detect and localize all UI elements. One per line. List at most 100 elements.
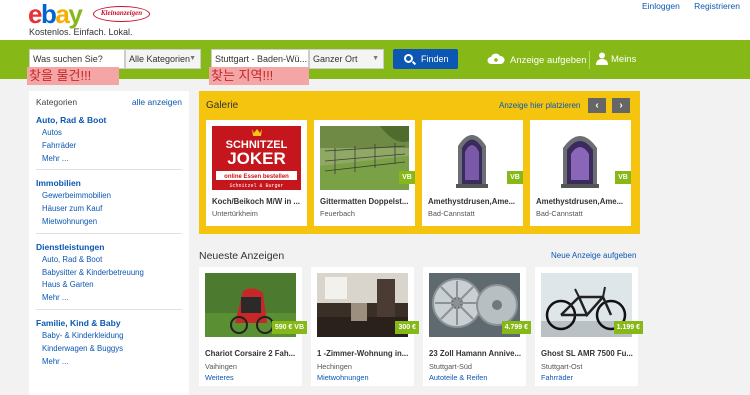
- negotiable-badge: VB: [615, 171, 631, 184]
- ad-title: Gittermatten Doppelst...: [320, 197, 409, 206]
- annotation-search-item: 찾을 물건!!!: [27, 67, 119, 85]
- divider: [36, 169, 182, 171]
- category-title[interactable]: Dienstleistungen: [36, 242, 182, 252]
- category-title[interactable]: Auto, Rad & Boot: [36, 115, 182, 125]
- category-select-value: Alle Kategorien: [129, 54, 191, 64]
- negotiable-badge: VB: [399, 171, 415, 184]
- chevron-down-icon: ▼: [372, 55, 379, 62]
- ad-location: Stuttgart-Süd: [429, 362, 472, 371]
- top-header: ebay Kleinanzeigen Kostenlos. Einfach. L…: [0, 0, 750, 40]
- gallery-card[interactable]: VB Gittermatten Doppelst... Feuerbach: [314, 120, 415, 226]
- logo-letter: b: [40, 0, 57, 29]
- category-group: Dienstleistungen Auto, Rad & Boot Babysi…: [36, 242, 182, 310]
- price-badge: 4.799 €: [501, 321, 531, 334]
- user-icon: [596, 52, 608, 65]
- ad-image: [428, 126, 517, 190]
- category-link[interactable]: Baby- & Kinderkleidung: [36, 330, 182, 343]
- post-ad-label: Anzeige aufgeben: [510, 55, 587, 66]
- ad-title: Amethystdrusen,Ame...: [428, 197, 516, 206]
- logo-letter: e: [28, 0, 42, 29]
- price-badge: 1.199 €: [613, 321, 643, 334]
- post-ad-button[interactable]: Anzeige aufgeben: [486, 53, 587, 66]
- ad-location: Hechingen: [317, 362, 352, 371]
- meins-button[interactable]: Meins: [596, 52, 636, 65]
- gallery-title: Galerie: [206, 100, 239, 111]
- ad-category-link[interactable]: Fahrräder: [541, 373, 573, 382]
- ad-location: Untertürkheim: [212, 209, 258, 218]
- chevron-down-icon: ▼: [189, 55, 196, 62]
- divider: [36, 232, 182, 234]
- gallery-section: Galerie Anzeige hier platzieren ‹ › SCHN…: [199, 91, 640, 234]
- ad-image: SCHNITZEL JOKER online Essen bestellen S…: [212, 126, 301, 190]
- category-link[interactable]: Gewerbeimmobilien: [36, 190, 182, 203]
- gallery-next-button[interactable]: ›: [612, 98, 630, 113]
- category-link[interactable]: Mehr ...: [36, 153, 182, 166]
- place-ad-link[interactable]: Anzeige hier platzieren: [499, 101, 580, 110]
- newest-ads-title: Neueste Anzeigen: [199, 250, 285, 262]
- negotiable-badge: VB: [507, 171, 523, 184]
- category-group: Auto, Rad & Boot Autos Fahrräder Mehr ..…: [36, 115, 182, 171]
- radius-select-value: Ganzer Ort: [313, 54, 358, 64]
- category-sidebar: Kategorien alle anzeigen Auto, Rad & Boo…: [29, 91, 189, 395]
- category-link[interactable]: Kinderwagen & Buggys: [36, 343, 182, 356]
- category-link[interactable]: Mehr ...: [36, 356, 182, 369]
- kleinanzeigen-logo[interactable]: Kleinanzeigen: [93, 6, 150, 22]
- category-link[interactable]: Häuser zum Kauf: [36, 203, 182, 216]
- login-link[interactable]: Einloggen: [642, 1, 680, 11]
- location-input[interactable]: Stuttgart - Baden-Wü...: [211, 49, 309, 69]
- ad-title: 1 -Zimmer-Wohnung in...: [317, 349, 409, 358]
- category-group: Immobilien Gewerbeimmobilien Häuser zum …: [36, 178, 182, 234]
- gallery-card[interactable]: VB Amethystdrusen,Ame... Bad-Cannstatt: [530, 120, 631, 226]
- post-ad-icon: [487, 53, 505, 64]
- price-badge: 590 € VB: [271, 321, 307, 334]
- tagline: Kostenlos. Einfach. Lokal.: [29, 27, 133, 37]
- ad-card[interactable]: 590 € VB Chariot Corsaire 2 Fah... Vaihi…: [199, 267, 307, 386]
- ad-location: Bad-Cannstatt: [536, 209, 583, 218]
- ad-location: Vaihingen: [205, 362, 237, 371]
- ebay-logo[interactable]: ebay: [28, 0, 83, 29]
- sidebar-title: Kategorien: [36, 97, 78, 107]
- register-link[interactable]: Registrieren: [694, 1, 740, 11]
- category-link[interactable]: Mietwohnungen: [36, 216, 182, 229]
- category-link[interactable]: Babysitter & Kinderbetreuung: [36, 267, 182, 280]
- category-title[interactable]: Familie, Kind & Baby: [36, 318, 182, 328]
- logo-text: online Essen bestellen: [224, 174, 289, 180]
- search-icon: [404, 54, 413, 63]
- ad-location: Feuerbach: [320, 209, 355, 218]
- category-link[interactable]: Haus & Garten: [36, 279, 182, 292]
- gallery-card[interactable]: VB Amethystdrusen,Ame... Bad-Cannstatt: [422, 120, 523, 226]
- logo-text: JOKER: [227, 149, 286, 168]
- ad-location: Bad-Cannstatt: [428, 209, 475, 218]
- divider: [36, 308, 182, 310]
- divider: [589, 51, 590, 69]
- ad-title: Amethystdrusen,Ame...: [536, 197, 624, 206]
- category-group: Familie, Kind & Baby Baby- & Kinderkleid…: [36, 318, 182, 368]
- ad-category-link[interactable]: Autoteile & Reifen: [429, 373, 487, 382]
- category-link[interactable]: Fahrräder: [36, 140, 182, 153]
- ad-category-link[interactable]: Mietwohnungen: [317, 373, 369, 382]
- ad-card[interactable]: 300 € 1 -Zimmer-Wohnung in... Hechingen …: [311, 267, 419, 386]
- ad-category-link[interactable]: Weiteres: [205, 373, 234, 382]
- gallery-card[interactable]: SCHNITZEL JOKER online Essen bestellen S…: [206, 120, 307, 226]
- ad-card[interactable]: 1.199 € Ghost SL AMR 7500 Fu... Stuttgar…: [535, 267, 643, 386]
- ad-image: [320, 126, 409, 190]
- category-link[interactable]: Autos: [36, 127, 182, 140]
- ad-location: Stuttgart-Ost: [541, 362, 583, 371]
- find-button[interactable]: Finden: [393, 49, 458, 69]
- ad-card[interactable]: 4.799 € 23 Zoll Hamann Annive... Stuttga…: [423, 267, 531, 386]
- radius-select[interactable]: Ganzer Ort ▼: [309, 49, 384, 69]
- all-ads-link[interactable]: alle anzeigen: [132, 97, 182, 107]
- ad-title: Koch/Beikoch M/W in ...: [212, 197, 300, 206]
- account-links: Einloggen Registrieren: [630, 1, 740, 11]
- new-ad-link[interactable]: Neue Anzeige aufgeben: [551, 251, 636, 260]
- ad-title: 23 Zoll Hamann Annive...: [429, 349, 521, 358]
- ad-title: Ghost SL AMR 7500 Fu...: [541, 349, 633, 358]
- category-link[interactable]: Mehr ...: [36, 292, 182, 305]
- search-input[interactable]: Was suchen Sie?: [29, 49, 125, 69]
- gallery-prev-button[interactable]: ‹: [588, 98, 606, 113]
- ad-title: Chariot Corsaire 2 Fah...: [205, 349, 296, 358]
- category-title[interactable]: Immobilien: [36, 178, 182, 188]
- sidebar-header: Kategorien alle anzeigen: [36, 97, 182, 107]
- category-select[interactable]: Alle Kategorien ▼: [125, 49, 201, 69]
- category-link[interactable]: Auto, Rad & Boot: [36, 254, 182, 267]
